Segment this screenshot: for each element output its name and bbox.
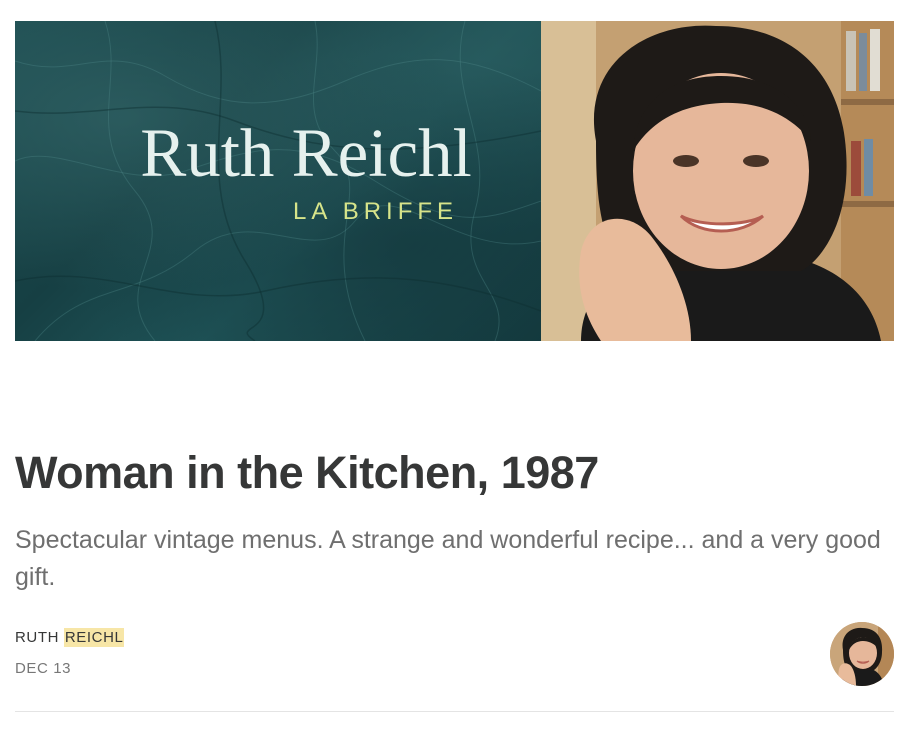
marble-banner: Ruth Reichl LA BRIFFE <box>15 21 541 341</box>
post-title[interactable]: Woman in the Kitchen, 1987 <box>15 445 599 500</box>
newsletter-section: LA BRIFFE <box>293 198 459 225</box>
author-portrait <box>541 21 894 341</box>
divider <box>15 711 894 712</box>
avatar-portrait <box>830 622 894 686</box>
post-cover-image[interactable]: Ruth Reichl LA BRIFFE <box>15 21 894 341</box>
newsletter-name: Ruth Reichl <box>140 115 472 191</box>
post-date: DEC 13 <box>15 660 72 677</box>
author-byline[interactable]: RUTH REICHL <box>15 628 125 648</box>
author-avatar[interactable] <box>830 622 894 686</box>
author-first-name: RUTH <box>15 629 60 646</box>
author-last-name: REICHL <box>63 628 125 647</box>
author-photo <box>541 21 894 341</box>
post-subtitle: Spectacular vintage menus. A strange and… <box>15 526 881 591</box>
